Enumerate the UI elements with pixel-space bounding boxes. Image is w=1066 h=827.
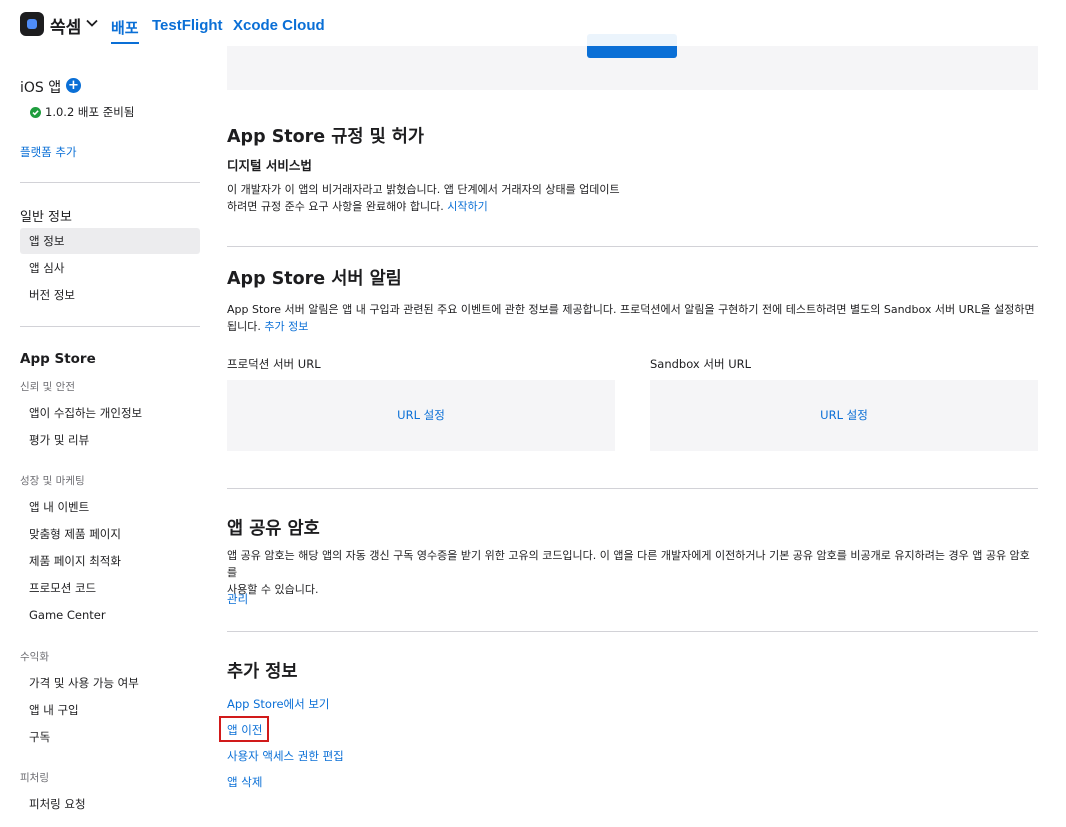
edit-user-access-link[interactable]: 사용자 액세스 권한 편집: [227, 748, 344, 764]
sidebar-item-subscriptions[interactable]: 구독: [20, 724, 200, 750]
sidebar-item-featuring-request[interactable]: 피처링 요청: [20, 791, 200, 817]
dsa-subtitle: 디지털 서비스법: [227, 158, 312, 173]
group-growth-marketing: 성장 및 마케팅: [20, 475, 85, 487]
regulations-text-line2: 하려면 규정 준수 요구 사항을 완료해야 합니다.: [227, 200, 444, 213]
sidebar-divider: [20, 326, 200, 327]
server-notifications-title: App Store 서버 알림: [227, 269, 402, 289]
sandbox-url-box[interactable]: URL 설정: [650, 380, 1038, 451]
view-on-app-store-link[interactable]: App Store에서 보기: [227, 696, 330, 712]
set-sandbox-url-button[interactable]: URL 설정: [650, 380, 1038, 451]
regulations-title: App Store 규정 및 허가: [227, 127, 424, 147]
app-icon[interactable]: [20, 12, 44, 36]
regulations-text: 이 개발자가 이 앱의 비거래자라고 밝혔습니다. 앱 단계에서 거래자의 상태…: [227, 181, 1027, 215]
app-name[interactable]: 쏙셈: [50, 13, 81, 38]
manage-link[interactable]: 관리: [227, 591, 248, 607]
sidebar-item-custom-product-pages[interactable]: 맞춤형 제품 페이지: [20, 521, 200, 547]
regulations-text-line1: 이 개발자가 이 앱의 비거래자라고 밝혔습니다. 앱 단계에서 거래자의 상태…: [227, 183, 620, 196]
group-monetization: 수익화: [20, 651, 49, 663]
sandbox-url-label: Sandbox 서버 URL: [650, 357, 752, 371]
sidebar-item-pricing-availability[interactable]: 가격 및 사용 가능 여부: [20, 670, 200, 696]
set-production-url-button[interactable]: URL 설정: [227, 380, 615, 451]
add-platform-link[interactable]: 플랫폼 추가: [20, 144, 77, 160]
tab-distribution[interactable]: 배포: [111, 17, 139, 44]
transfer-app-link[interactable]: 앱 이전: [227, 722, 262, 738]
production-url-label: 프로덕션 서버 URL: [227, 357, 321, 371]
get-started-link[interactable]: 시작하기: [447, 200, 487, 213]
sidebar-item-version-info[interactable]: 버전 정보: [20, 282, 200, 308]
additional-info-title: 추가 정보: [227, 662, 298, 682]
sidebar-divider: [20, 182, 200, 183]
version-status[interactable]: 1.0.2 배포 준비됨: [45, 104, 134, 120]
server-notifications-text-line2: 됩니다.: [227, 320, 261, 333]
chevron-down-icon[interactable]: [86, 19, 98, 27]
add-platform-plus-icon[interactable]: +: [66, 78, 81, 93]
tab-testflight[interactable]: TestFlight: [152, 17, 223, 34]
group-featuring: 피처링: [20, 772, 49, 784]
sidebar: iOS 앱 + 1.0.2 배포 준비됨 플랫폼 추가 일반 정보 앱 정보 앱…: [0, 46, 210, 827]
tab-xcode-cloud[interactable]: Xcode Cloud: [233, 17, 325, 34]
app-glyph: [27, 19, 37, 29]
sidebar-item-app-info[interactable]: 앱 정보: [20, 228, 200, 254]
group-trust-safety: 신뢰 및 안전: [20, 381, 75, 393]
ios-app-title: iOS 앱: [20, 80, 62, 96]
main-content: App Store 규정 및 허가 디지털 서비스법 이 개발자가 이 앱의 비…: [219, 0, 1039, 827]
server-notifications-text-line1: App Store 서버 알림은 앱 내 구입과 관련된 주요 이벤트에 관한 …: [227, 303, 1035, 316]
sidebar-item-in-app-purchases[interactable]: 앱 내 구입: [20, 697, 200, 723]
server-notifications-text: App Store 서버 알림은 앱 내 구입과 관련된 주요 이벤트에 관한 …: [227, 301, 1038, 335]
sidebar-item-game-center[interactable]: Game Center: [20, 602, 200, 628]
checkmark-icon: [30, 107, 41, 118]
production-url-box[interactable]: URL 설정: [227, 380, 615, 451]
sidebar-item-promo-codes[interactable]: 프로모션 코드: [20, 575, 200, 601]
section-divider: [227, 488, 1038, 489]
sidebar-item-ratings-reviews[interactable]: 평가 및 리뷰: [20, 427, 200, 453]
sidebar-item-app-review[interactable]: 앱 심사: [20, 255, 200, 281]
shared-secret-text: 앱 공유 암호는 해당 앱의 자동 갱신 구독 영수증을 받기 위한 고유의 코…: [227, 547, 1038, 598]
section-divider: [227, 246, 1038, 247]
top-navigation-bar: 쏙셈 배포 TestFlight Xcode Cloud: [0, 0, 1066, 46]
shared-secret-text-line1: 앱 공유 암호는 해당 앱의 자동 갱신 구독 영수증을 받기 위한 고유의 코…: [227, 549, 1030, 579]
sidebar-item-in-app-events[interactable]: 앱 내 이벤트: [20, 494, 200, 520]
delete-app-link[interactable]: 앱 삭제: [227, 774, 262, 790]
section-divider: [227, 631, 1038, 632]
learn-more-link[interactable]: 추가 정보: [264, 320, 308, 333]
general-info-title: 일반 정보: [20, 210, 72, 225]
shared-secret-title: 앱 공유 암호: [227, 519, 320, 539]
sidebar-item-privacy[interactable]: 앱이 수집하는 개인정보: [20, 400, 200, 426]
app-store-title: App Store: [20, 351, 96, 367]
sidebar-item-product-page-optimization[interactable]: 제품 페이지 최적화: [20, 548, 200, 574]
